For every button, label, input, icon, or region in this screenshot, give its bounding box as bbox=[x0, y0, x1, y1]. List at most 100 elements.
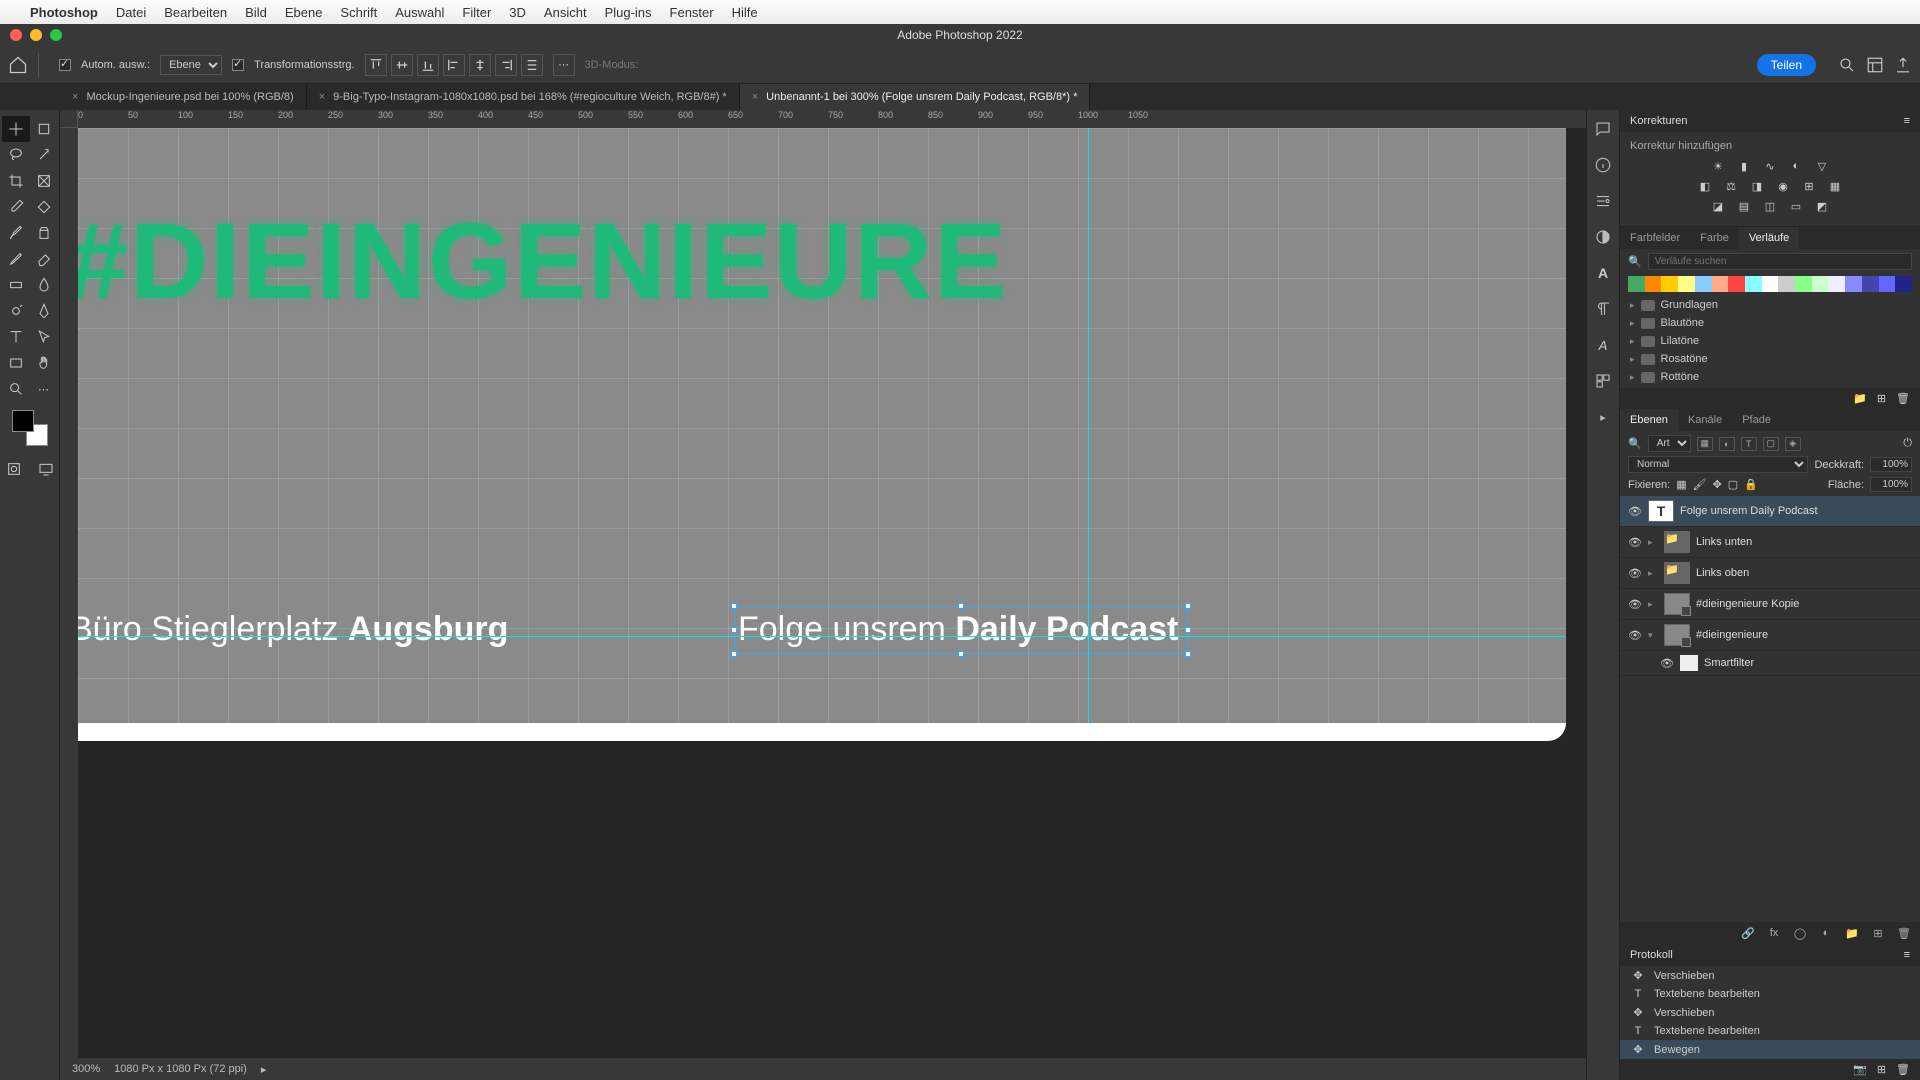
transform-handle[interactable] bbox=[1185, 603, 1191, 609]
app-name[interactable]: Photoshop bbox=[30, 5, 98, 20]
comments-panel-icon[interactable] bbox=[1594, 120, 1612, 138]
blur-tool[interactable] bbox=[30, 272, 58, 298]
distribute-button[interactable] bbox=[521, 54, 543, 76]
new-group-icon[interactable]: 📁 bbox=[1844, 926, 1860, 940]
chevron-right-icon[interactable]: ▸ bbox=[1648, 568, 1658, 579]
layer-name[interactable]: Links unten bbox=[1696, 536, 1912, 548]
lock-pixels-icon[interactable]: 🖌 bbox=[1693, 478, 1707, 491]
visibility-toggle-icon[interactable]: 👁 bbox=[1628, 598, 1642, 611]
horizontal-ruler[interactable]: 0501001502002503003504004505005506006507… bbox=[78, 110, 1586, 128]
ebenen-tab[interactable]: Ebenen bbox=[1620, 409, 1678, 431]
lock-all-icon[interactable]: 🔒 bbox=[1744, 478, 1758, 491]
gradient-folder[interactable]: ▸Rosatöne bbox=[1620, 350, 1920, 368]
align-vcenter-button[interactable] bbox=[391, 54, 413, 76]
gradientmap-adjustment-icon[interactable]: ▭ bbox=[1787, 198, 1805, 214]
document-tab[interactable]: × 9-Big-Typo-Instagram-1080x1080.psd bei… bbox=[307, 84, 740, 110]
adjustments-panel-icon[interactable] bbox=[1594, 228, 1612, 246]
posterize-adjustment-icon[interactable]: ▤ bbox=[1735, 198, 1753, 214]
layer-name[interactable]: #dieingenieure Kopie bbox=[1696, 598, 1912, 610]
filter-smart-icon[interactable]: ◈ bbox=[1785, 437, 1801, 451]
more-options-button[interactable]: ⋯ bbox=[553, 54, 575, 76]
gradient-swatch[interactable] bbox=[1678, 276, 1695, 292]
panel-menu-icon[interactable]: ≡ bbox=[1904, 115, 1910, 127]
lock-artboard-icon[interactable]: ▢ bbox=[1728, 478, 1738, 491]
chevron-right-icon[interactable]: ▸ bbox=[1648, 537, 1658, 548]
type-tool[interactable] bbox=[2, 324, 30, 350]
gradient-presets-strip[interactable] bbox=[1628, 276, 1912, 292]
filter-pixel-icon[interactable]: ▦ bbox=[1697, 437, 1713, 451]
panel-menu-icon[interactable]: ≡ bbox=[1904, 949, 1910, 961]
layer-mask-icon[interactable]: ◯ bbox=[1792, 926, 1808, 940]
layer-row[interactable]: 👁 ▸ #dieingenieure Kopie bbox=[1620, 589, 1920, 620]
farbfelder-tab[interactable]: Farbfelder bbox=[1620, 227, 1690, 249]
gradient-swatch[interactable] bbox=[1745, 276, 1762, 292]
history-step[interactable]: ✥Verschieben bbox=[1620, 966, 1920, 985]
artboard-tool[interactable] bbox=[30, 116, 58, 142]
visibility-toggle-icon[interactable]: 👁 bbox=[1660, 657, 1674, 670]
gradient-swatch[interactable] bbox=[1828, 276, 1845, 292]
menu-fenster[interactable]: Fenster bbox=[670, 5, 714, 20]
transform-controls-checkbox[interactable] bbox=[232, 59, 244, 71]
document-tab[interactable]: × Unbenannt-1 bei 300% (Folge unsrem Dai… bbox=[740, 84, 1091, 110]
history-panel-header[interactable]: Protokoll≡ bbox=[1620, 944, 1920, 966]
close-tab-icon[interactable]: × bbox=[72, 91, 78, 103]
properties-panel-icon[interactable] bbox=[1594, 192, 1612, 210]
menu-filter[interactable]: Filter bbox=[462, 5, 491, 20]
gradient-swatch[interactable] bbox=[1645, 276, 1662, 292]
menu-ansicht[interactable]: Ansicht bbox=[544, 5, 587, 20]
menu-auswahl[interactable]: Auswahl bbox=[395, 5, 444, 20]
gradient-folder[interactable]: ▸Grundlagen bbox=[1620, 296, 1920, 314]
gradient-swatch[interactable] bbox=[1661, 276, 1678, 292]
chevron-down-icon[interactable]: ▸ bbox=[1648, 599, 1658, 610]
zoom-window-button[interactable] bbox=[50, 29, 62, 41]
move-tool[interactable] bbox=[2, 116, 30, 142]
exposure-adjustment-icon[interactable]: ◐ bbox=[1787, 158, 1805, 174]
layer-filter-type-dropdown[interactable]: Art bbox=[1648, 435, 1691, 452]
layer-effects-icon[interactable]: fx bbox=[1766, 926, 1782, 940]
canvas-viewport[interactable]: #DIEINGENIEURE Büro Stieglerplatz Augsbu… bbox=[78, 128, 1586, 1058]
close-tab-icon[interactable]: × bbox=[319, 91, 325, 103]
hue-adjustment-icon[interactable]: ◧ bbox=[1696, 178, 1714, 194]
gradient-folder[interactable]: ▸Blautöne bbox=[1620, 314, 1920, 332]
edit-toolbar-button[interactable]: ⋯ bbox=[30, 376, 58, 402]
frame-tool[interactable] bbox=[30, 168, 58, 194]
foreground-color-swatch[interactable] bbox=[12, 410, 34, 432]
transform-handle[interactable] bbox=[731, 627, 737, 633]
info-panel-icon[interactable] bbox=[1594, 156, 1612, 174]
kanaele-tab[interactable]: Kanäle bbox=[1678, 409, 1732, 431]
crop-tool[interactable] bbox=[2, 168, 30, 194]
pfade-tab[interactable]: Pfade bbox=[1732, 409, 1781, 431]
transform-handle[interactable] bbox=[731, 603, 737, 609]
clone-tool[interactable] bbox=[30, 220, 58, 246]
history-step[interactable]: TTextebene bearbeiten bbox=[1620, 985, 1920, 1003]
eyedropper-tool[interactable] bbox=[2, 194, 30, 220]
gradient-swatch[interactable] bbox=[1728, 276, 1745, 292]
pen-tool[interactable] bbox=[30, 298, 58, 324]
path-select-tool[interactable] bbox=[30, 324, 58, 350]
align-bottom-button[interactable] bbox=[417, 54, 439, 76]
screenmode-button[interactable] bbox=[32, 456, 60, 482]
gradient-folder[interactable]: ▸Lilatöne bbox=[1620, 332, 1920, 350]
character-panel-icon[interactable]: A bbox=[1594, 264, 1612, 282]
layer-row[interactable]: 👁▾#dieingenieure bbox=[1620, 620, 1920, 651]
minimize-window-button[interactable] bbox=[30, 29, 42, 41]
visibility-toggle-icon[interactable]: 👁 bbox=[1628, 629, 1642, 642]
invert-adjustment-icon[interactable]: ◪ bbox=[1709, 198, 1727, 214]
curves-adjustment-icon[interactable]: ∿ bbox=[1761, 158, 1779, 174]
zoom-level[interactable]: 300% bbox=[72, 1063, 100, 1075]
lasso-tool[interactable] bbox=[2, 142, 30, 168]
history-brush-tool[interactable] bbox=[2, 246, 30, 272]
align-right-button[interactable] bbox=[495, 54, 517, 76]
gradient-swatch[interactable] bbox=[1895, 276, 1912, 292]
menu-datei[interactable]: Datei bbox=[116, 5, 146, 20]
quickmask-button[interactable] bbox=[0, 456, 28, 482]
color-swatches[interactable] bbox=[12, 410, 48, 446]
adjustment-layer-icon[interactable]: ◐ bbox=[1818, 926, 1834, 940]
vertical-guide[interactable] bbox=[1088, 128, 1089, 723]
gradient-swatch[interactable] bbox=[1812, 276, 1829, 292]
headline-text[interactable]: #DIEINGENIEURE bbox=[78, 198, 1008, 323]
korrekturen-panel-header[interactable]: Korrekturen≡ bbox=[1620, 110, 1920, 132]
text-left[interactable]: Büro Stieglerplatz Augsburg bbox=[78, 610, 508, 649]
brightness-adjustment-icon[interactable]: ☀ bbox=[1709, 158, 1727, 174]
new-folder-icon[interactable]: 📁 bbox=[1853, 392, 1867, 405]
